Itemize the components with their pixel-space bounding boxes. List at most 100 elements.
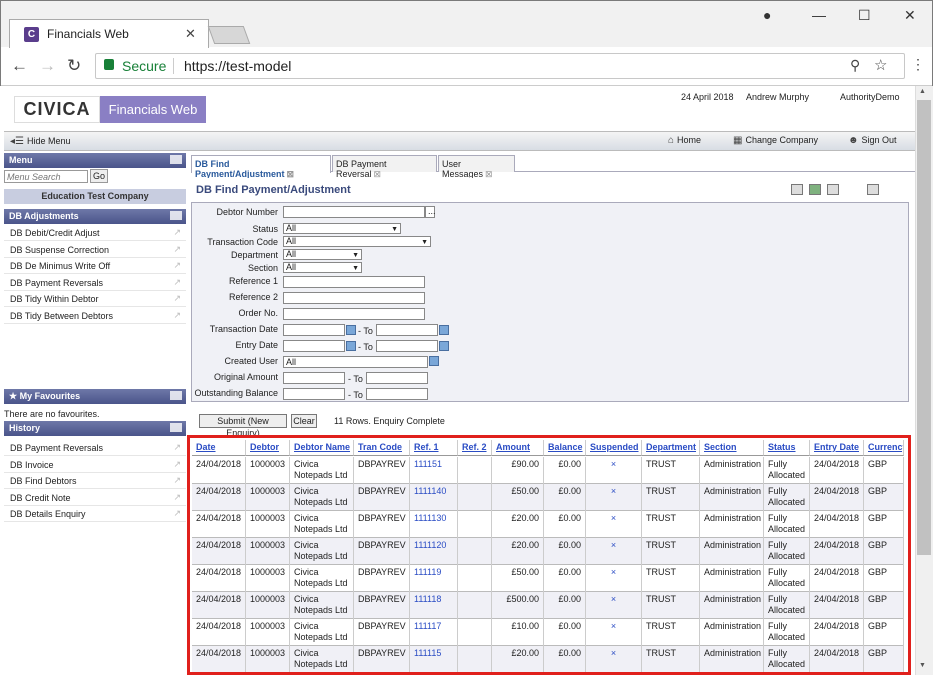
open-icon[interactable]: ↗	[173, 227, 181, 238]
change-company-label: Change Company	[745, 135, 818, 145]
browser-tab[interactable]: C Financials Web ✕	[9, 19, 209, 49]
transaction-date-from-input[interactable]	[283, 324, 345, 336]
bookmark-star-icon[interactable]: ☆	[874, 56, 887, 74]
outstanding-balance-to-input[interactable]	[366, 388, 428, 400]
order-no-input[interactable]	[283, 308, 425, 320]
calendar-icon[interactable]	[346, 325, 356, 335]
sidebar-item[interactable]: DB De Minimus Write Off ↗	[4, 258, 186, 274]
scrollbar-thumb[interactable]	[917, 100, 931, 555]
debtor-number-input[interactable]	[283, 206, 425, 218]
reload-icon[interactable]: ↻	[67, 56, 81, 76]
transaction-code-select[interactable]: All ▼	[283, 236, 431, 247]
tab-label: DB Find Payment/Adjustment	[195, 159, 285, 179]
adjustments-section-header[interactable]: DB Adjustments	[4, 209, 186, 224]
section-value: All	[286, 262, 297, 272]
history-item[interactable]: DB Find Debtors ↗	[4, 473, 186, 489]
department-select[interactable]: All ▼	[283, 249, 362, 260]
browser-menu-icon[interactable]: ⋮	[911, 56, 925, 73]
sidebar-item[interactable]: DB Tidy Within Debtor ↗	[4, 291, 186, 307]
calendar-icon[interactable]	[346, 341, 356, 351]
transaction-date-to-input[interactable]	[376, 324, 438, 336]
new-tab-button[interactable]	[207, 26, 251, 44]
open-icon[interactable]: ↗	[173, 310, 181, 321]
minimize-button[interactable]: —	[812, 7, 826, 23]
section-select[interactable]: All ▼	[283, 262, 362, 273]
open-icon[interactable]: ↗	[173, 459, 181, 470]
sign-out-link[interactable]: ☻ Sign Out	[848, 135, 897, 146]
collapse-icon: ◂☰	[10, 136, 24, 147]
menu-item-label: DB Invoice	[10, 459, 54, 470]
entry-date-from-input[interactable]	[283, 340, 345, 352]
open-icon[interactable]: ↗	[173, 492, 181, 503]
divider	[173, 58, 174, 74]
panel-icon[interactable]	[170, 211, 182, 220]
save-icon[interactable]	[827, 184, 839, 195]
secure-label: Secure	[122, 58, 167, 74]
hide-menu-button[interactable]: ◂☰ Hide Menu	[10, 136, 71, 147]
reference2-input[interactable]	[283, 292, 425, 304]
go-button[interactable]: Go	[90, 169, 108, 183]
original-amount-from-input[interactable]	[283, 372, 345, 384]
to-label: - To	[348, 374, 363, 384]
maximize-button[interactable]: ☐	[858, 7, 871, 24]
panel-icon[interactable]	[170, 391, 182, 400]
reference1-input[interactable]	[283, 276, 425, 288]
window-close-button[interactable]: ✕	[904, 7, 916, 24]
panel-icon[interactable]	[170, 155, 182, 164]
scroll-up-icon[interactable]: ▲	[919, 88, 926, 95]
export-excel-icon[interactable]	[809, 184, 821, 195]
tab-payment-reversal[interactable]: DB Payment Reversal ⊠	[332, 155, 437, 179]
open-icon[interactable]: ↗	[173, 442, 181, 453]
lock-icon	[104, 59, 114, 70]
panel-icon[interactable]	[170, 423, 182, 432]
entry-date-to-input[interactable]	[376, 340, 438, 352]
menu-item-label: DB Find Debtors	[10, 476, 77, 486]
outstanding-balance-from-input[interactable]	[283, 388, 345, 400]
calendar-icon[interactable]	[439, 341, 449, 351]
maximize-panel-icon[interactable]	[867, 184, 879, 195]
search-form: Debtor Number ... Status All ▼ Transactio…	[191, 202, 909, 402]
open-icon[interactable]: ↗	[173, 293, 181, 304]
tab-close-icon[interactable]: ✕	[185, 26, 196, 42]
url-text[interactable]: https://test-model	[184, 58, 291, 74]
debtor-lookup-button[interactable]: ...	[425, 206, 436, 218]
sidebar-item[interactable]: DB Debit/Credit Adjust ↗	[4, 225, 186, 241]
sidebar-item[interactable]: DB Suspense Correction ↗	[4, 242, 186, 258]
change-company-link[interactable]: ▦ Change Company	[733, 135, 818, 146]
history-item[interactable]: DB Invoice ↗	[4, 457, 186, 473]
original-amount-to-input[interactable]	[366, 372, 428, 384]
address-bar[interactable]: Secure https://test-model ⚲ ☆	[95, 53, 905, 79]
open-icon[interactable]: ↗	[173, 277, 181, 288]
forward-icon[interactable]: →	[39, 56, 56, 76]
favourites-section-header: ★ My Favourites	[4, 389, 186, 404]
history-item[interactable]: DB Details Enquiry ↗	[4, 506, 186, 522]
profile-icon[interactable]: ●	[763, 7, 771, 23]
tab-user-messages[interactable]: User Messages ⊠	[438, 155, 515, 179]
clear-button[interactable]: Clear	[291, 414, 317, 428]
user-lookup-icon[interactable]	[429, 356, 439, 366]
history-item[interactable]: DB Payment Reversals ↗	[4, 440, 186, 456]
header-user: Andrew Murphy	[746, 92, 810, 102]
scroll-down-icon[interactable]: ▼	[919, 662, 926, 669]
menu-search-input[interactable]	[4, 170, 88, 183]
open-icon[interactable]: ↗	[173, 244, 181, 255]
back-icon[interactable]: ←	[11, 56, 28, 76]
open-icon[interactable]: ↗	[173, 260, 181, 271]
history-item[interactable]: DB Credit Note ↗	[4, 490, 186, 506]
menu-title: Menu	[9, 155, 33, 165]
status-label: Status	[252, 224, 278, 234]
home-link[interactable]: ⌂ Home	[668, 135, 701, 146]
status-select[interactable]: All ▼	[283, 223, 401, 234]
sidebar-item[interactable]: DB Tidy Between Debtors ↗	[4, 308, 186, 324]
sign-out-label: Sign Out	[861, 135, 897, 145]
menu-item-label: DB Debit/Credit Adjust	[10, 228, 100, 238]
tab-find-payment[interactable]: DB Find Payment/Adjustment ⊠	[191, 155, 331, 179]
sidebar-item[interactable]: DB Payment Reversals ↗	[4, 275, 186, 291]
open-icon[interactable]: ↗	[173, 508, 181, 519]
calendar-icon[interactable]	[439, 325, 449, 335]
zoom-icon[interactable]: ⚲	[850, 57, 860, 74]
print-icon[interactable]	[791, 184, 803, 195]
created-user-input[interactable]: All	[283, 356, 428, 368]
submit-button[interactable]: Submit (New Enquiry)	[199, 414, 287, 438]
open-icon[interactable]: ↗	[173, 475, 181, 486]
